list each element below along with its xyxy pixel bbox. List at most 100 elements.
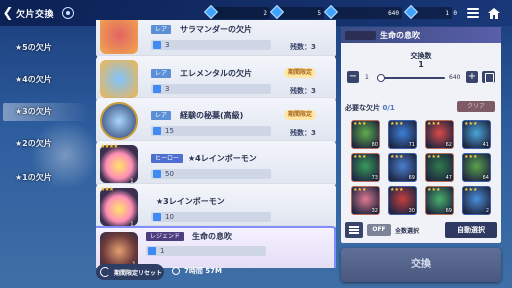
slider-max: 640 (449, 74, 461, 81)
all-select-toggle[interactable]: OFF (367, 224, 391, 236)
shard-count: 2 (485, 208, 489, 214)
menu-icon[interactable] (466, 6, 480, 20)
count-bar: 3 (151, 40, 271, 50)
qty-value: 1 (418, 60, 424, 69)
star-icon: ★★★ (390, 154, 404, 160)
count-bar: 1 (146, 246, 266, 256)
star-icon: ★★★ (427, 121, 441, 127)
sidebar-item-star3[interactable]: ★3の欠片 (3, 103, 89, 121)
shard-slot[interactable]: ★★★ 80 (351, 120, 380, 149)
shard-slot[interactable]: ★★★ 30 (388, 186, 417, 215)
back-button[interactable]: ❮ (0, 0, 16, 26)
count-bar: 3 (151, 84, 271, 94)
list-item[interactable]: レア 経験の秘薬(高級) 期間限定 15 残数：3 (96, 98, 336, 144)
shard-slot[interactable]: ★★★ 69 (388, 153, 417, 182)
shard-slot[interactable]: ★★★ 47 (425, 153, 454, 182)
limited-badge: 期間限定 (284, 68, 317, 78)
exchange-panel: レジェンド 生命の息吹 交換数 1 − 1 640 + 必要な欠片 0/1 クリ… (341, 27, 501, 243)
list-item-selected[interactable]: 1 レジェンド 生命の息吹 1 (96, 226, 336, 268)
shard-count: 30 (408, 208, 415, 214)
shard-icon (153, 41, 161, 49)
clear-button[interactable]: クリア (457, 101, 495, 112)
star-icon: ★★★ (464, 187, 478, 193)
shard-icon (153, 127, 161, 135)
currency-3: 640 (323, 4, 402, 20)
shard-count: 69 (408, 175, 415, 181)
shard-slot[interactable]: ★★★ 71 (388, 120, 417, 149)
refresh-icon (100, 267, 110, 277)
star-icon: ★★★ (390, 187, 404, 193)
legend-badge: レジェンド (345, 30, 377, 40)
sidebar-item-star2[interactable]: ★2の欠片 (15, 138, 52, 149)
shard-slot[interactable]: ★★★ 73 (351, 153, 380, 182)
count-bar: 10 (151, 212, 271, 222)
clock-icon (172, 267, 180, 275)
selection-controls: OFF 全数選択 自動選択 (345, 222, 497, 238)
star-icon: ★★★ (464, 121, 478, 127)
currency-1: 2 (203, 4, 270, 20)
count-bar: 15 (151, 126, 271, 136)
sidebar-item-star1[interactable]: ★1の欠片 (15, 172, 52, 183)
shard-slot[interactable]: ★★★ 62 (425, 120, 454, 149)
sidebar: ★5の欠片 ★4の欠片 ★3の欠片 ★2の欠片 ★1の欠片 (0, 26, 95, 288)
shard-count: 80 (371, 142, 378, 148)
list-item[interactable]: ★★★ 1 ★3レインボーモン 10 (96, 184, 336, 230)
required-shards-label: 必要な欠片 0/1 (345, 104, 395, 112)
calculator-icon[interactable] (482, 71, 495, 83)
sidebar-item-star4[interactable]: ★4の欠片 (15, 74, 52, 85)
panel-header: レジェンド 生命の息吹 (341, 27, 501, 43)
star-icon: ★★★ (353, 121, 367, 127)
shard-slot[interactable]: ★★★ 2 (462, 186, 491, 215)
star-icon: ★★★ (353, 154, 367, 160)
shard-count: 47 (445, 175, 452, 181)
sort-button[interactable] (345, 222, 363, 238)
count-bar: 50 (151, 169, 271, 179)
auto-select-button[interactable]: 自動選択 (445, 222, 497, 238)
salamander-icon (100, 20, 138, 54)
qty-slider[interactable] (377, 74, 445, 82)
shard-slot[interactable]: ★★★ 32 (351, 186, 380, 215)
chevron-left-icon: ❮ (2, 5, 14, 21)
limited-badge: 期間限定 (284, 110, 317, 120)
list-item[interactable]: レア エレメンタルの欠片 期間限定 3 残数：3 (96, 56, 336, 102)
shard-count: 32 (371, 208, 378, 214)
slider-thumb[interactable] (377, 74, 385, 82)
shard-icon (153, 213, 161, 221)
star-icon: ★★★ (464, 154, 478, 160)
list-item[interactable]: ★★★★ 1 ヒーロー ★4レインボーモン 50 (96, 141, 336, 187)
star-icon: ★★★ (427, 154, 441, 160)
panel-item-name: 生命の息吹 (380, 30, 421, 40)
reset-timer: 7時間 57M (172, 266, 222, 276)
decrease-button[interactable]: − (347, 71, 359, 83)
currency-2: 5 (269, 4, 324, 20)
exchange-button[interactable]: 交換 (341, 248, 501, 282)
limited-reset-button[interactable]: 期間限定リセット (96, 264, 164, 280)
shard-slot[interactable]: ★★★ 64 (462, 153, 491, 182)
star-icon: ★★★ (427, 187, 441, 193)
shard-grid: ★★★ 80 ★★★ 71 ★★★ 62 ★★★ 41 ★★★ 73 ★★★ 69 ★★★ 47 ★★★ 64… (351, 120, 495, 215)
sidebar-item-star5[interactable]: ★5の欠片 (15, 42, 52, 53)
slider-min: 1 (365, 74, 369, 81)
shard-count: 62 (445, 142, 452, 148)
shard-slot[interactable]: ★★★ 69 (425, 186, 454, 215)
home-icon[interactable] (488, 8, 500, 19)
shard-slot[interactable]: ★★★ 41 (462, 120, 491, 149)
shard-count: 41 (482, 142, 489, 148)
item-list[interactable]: レア サラマンダーの欠片 3 残数：3 レア エレメンタルの欠片 期間限定 3 … (96, 20, 336, 268)
shard-count: 73 (371, 175, 378, 181)
potion-icon (100, 102, 138, 140)
shard-count: 64 (482, 175, 489, 181)
shard-icon (148, 247, 156, 255)
gear-icon[interactable] (62, 7, 75, 19)
list-item[interactable]: レア サラマンダーの欠片 3 残数：3 (96, 20, 336, 58)
shard-count: 71 (408, 142, 415, 148)
star-icon: ★★★ (353, 187, 367, 193)
shard-icon (153, 85, 161, 93)
elemental-icon (100, 60, 138, 98)
shard-icon (153, 170, 161, 178)
increase-button[interactable]: + (466, 71, 478, 83)
page-title: 欠片交換 (16, 9, 55, 20)
shard-count: 69 (445, 208, 452, 214)
currency-5: 0 (453, 9, 457, 17)
all-select-label: 全数選択 (395, 228, 420, 235)
